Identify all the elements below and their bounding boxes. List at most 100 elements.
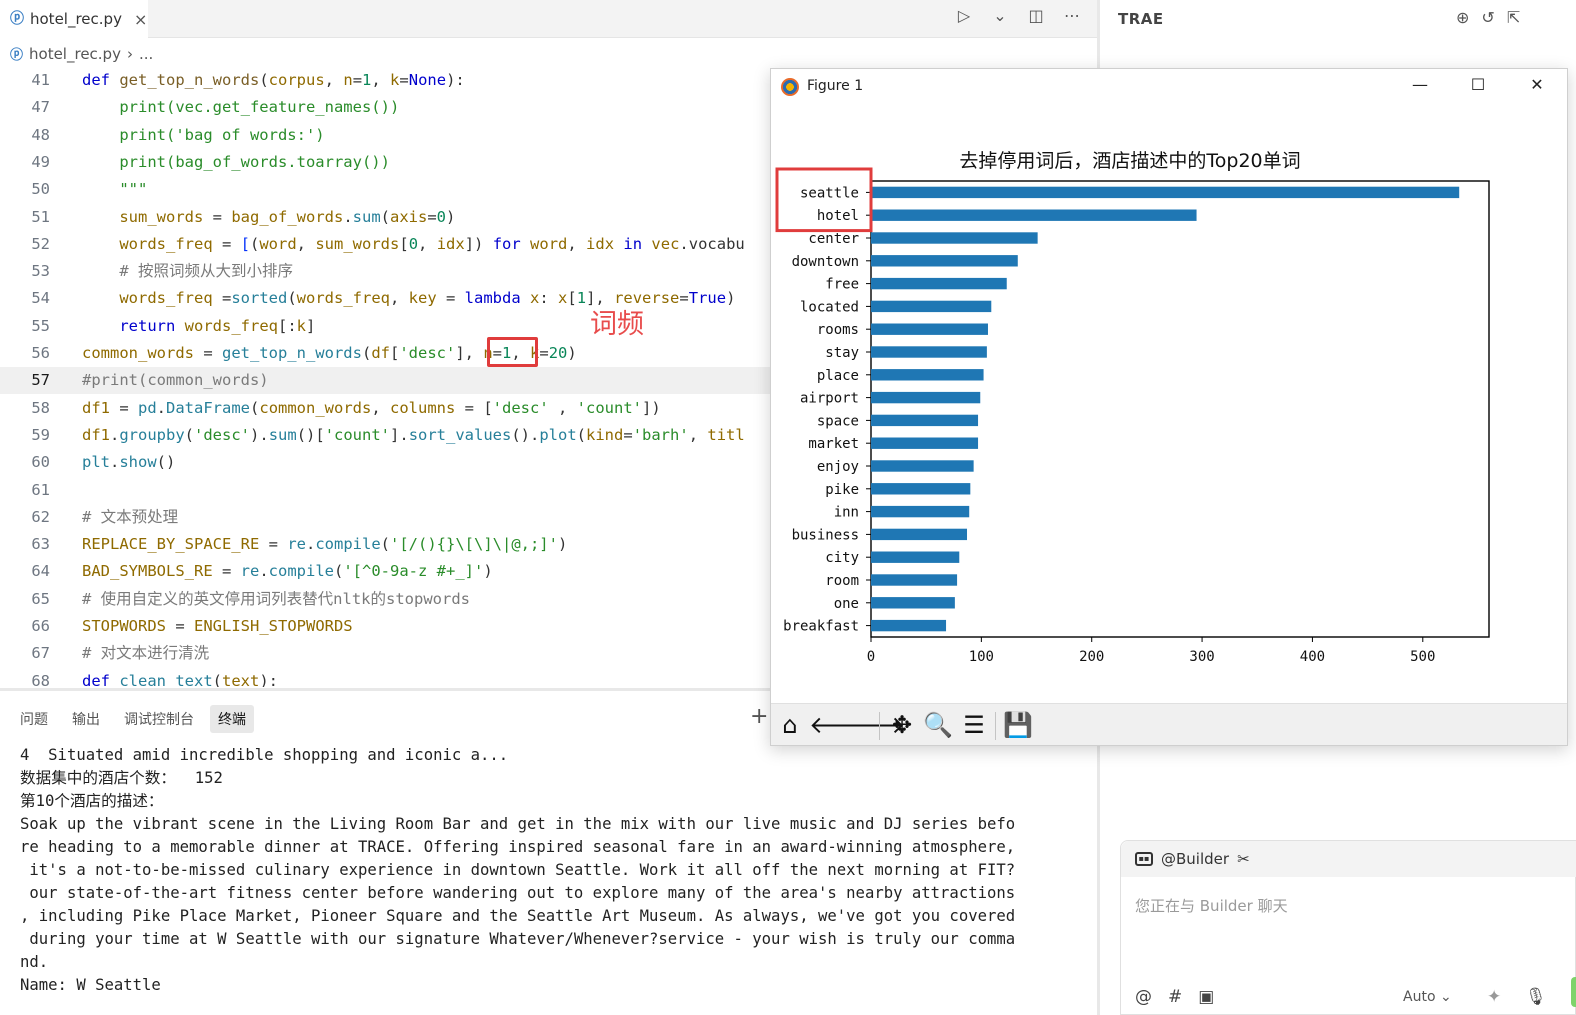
bar-downtown: [871, 255, 1018, 267]
line-number: 57: [31, 371, 50, 390]
breadcrumb-tail[interactable]: ...: [139, 45, 153, 63]
code-text[interactable]: df1.groupby('desc').sum()['count'].sort_…: [82, 422, 745, 449]
panel-tab[interactable]: 输出: [64, 705, 108, 733]
terminal-line: it's a not-to-be-missed culinary experie…: [20, 861, 1016, 879]
ytick-label-enjoy: enjoy: [817, 459, 859, 475]
matplotlib-figure-window: Figure 1 — ☐ ✕ 去掉停用词后，酒店描述中的Top20单词 seatt…: [770, 68, 1568, 746]
code-text[interactable]: print('bag of words:'): [82, 122, 324, 149]
open-external-icon[interactable]: ⇱: [1507, 8, 1520, 27]
panel-tab[interactable]: 调试控制台: [116, 705, 202, 733]
panel-tab[interactable]: 终端: [210, 705, 254, 733]
code-text[interactable]: # 对文本进行清洗: [82, 640, 209, 667]
code-text[interactable]: BAD_SYMBOLS_RE = re.compile('[^0-9a-z #+…: [82, 558, 493, 585]
code-text[interactable]: STOPWORDS = ENGLISH_STOPWORDS: [82, 613, 353, 640]
line-number: 64: [31, 562, 50, 581]
chat-input-box: ▪▪ @Builder ✂ 您正在与 Builder 聊天 @ # ▣ Auto…: [1120, 840, 1576, 1015]
bar-breakfast: [871, 619, 947, 632]
code-text[interactable]: # 文本预处理: [82, 504, 178, 531]
microphone-icon[interactable]: 🎙: [1525, 987, 1547, 1007]
xtick-label: 400: [1300, 649, 1325, 665]
close-icon[interactable]: ×: [134, 10, 147, 29]
image-icon[interactable]: ▣: [1198, 987, 1214, 1007]
bar-rooms: [871, 323, 988, 335]
terminal-line: during your time at W Seattle with our s…: [20, 930, 1016, 948]
line-number: 55: [31, 316, 50, 335]
terminal-line: nd.: [20, 953, 49, 971]
xtick-label: 0: [867, 649, 875, 665]
minimize-button[interactable]: —: [1405, 75, 1435, 94]
ytick-label-stay: stay: [825, 345, 859, 361]
send-button[interactable]: [1571, 977, 1576, 1007]
terminal-line: 第10个酒店的描述：: [20, 792, 164, 810]
code-text[interactable]: """: [82, 176, 147, 203]
more-actions-icon[interactable]: ⋯: [1061, 6, 1083, 25]
tab-hotel-rec-py[interactable]: ⓟ hotel_rec.py ×: [0, 0, 148, 38]
bar-free: [871, 277, 1007, 290]
code-text[interactable]: def get_top_n_words(corpus, n=1, k=None)…: [82, 67, 465, 94]
ytick-label-market: market: [808, 436, 859, 452]
bar-pike: [871, 483, 971, 495]
code-text[interactable]: plt.show(): [82, 449, 175, 476]
breadcrumb-file[interactable]: hotel_rec.py: [29, 45, 121, 63]
chevron-down-icon[interactable]: ⌄: [989, 6, 1011, 25]
figure-titlebar[interactable]: Figure 1 — ☐ ✕: [771, 69, 1567, 105]
maximize-button[interactable]: ☐: [1463, 75, 1493, 94]
terminal-line: , including Pike Place Market, Pioneer S…: [20, 907, 1016, 925]
close-button[interactable]: ✕: [1522, 75, 1552, 94]
panel-tabs: 问题 输出 调试控制台 终端: [0, 700, 780, 738]
trae-actions: ⊕ ↺ ⇱: [1456, 8, 1520, 27]
code-text[interactable]: # 使用自定义的英文停用词列表替代nltk的stopwords: [82, 586, 470, 613]
bar-city: [871, 551, 960, 563]
ytick-label-breakfast: breakfast: [783, 619, 859, 635]
chart-title: 去掉停用词后，酒店描述中的Top20单词: [959, 150, 1300, 172]
code-text[interactable]: print(vec.get_feature_names()): [82, 94, 399, 121]
code-text[interactable]: def clean_text(text):: [82, 668, 278, 687]
bar-located: [871, 300, 992, 313]
new-terminal-icon[interactable]: +: [750, 704, 768, 729]
model-selector[interactable]: Auto ⌄: [1403, 989, 1452, 1005]
code-text[interactable]: # 按照词频从大到小排序: [82, 258, 293, 285]
bar-airport: [871, 391, 981, 404]
code-text[interactable]: df1 = pd.DataFrame(common_words, columns…: [82, 395, 661, 422]
code-text[interactable]: REPLACE_BY_SPACE_RE = re.compile('[/(){}…: [82, 531, 567, 558]
line-number: 60: [31, 453, 50, 472]
ytick-label-room: room: [825, 573, 859, 589]
code-text[interactable]: #print(common_words): [82, 367, 269, 394]
sparkle-icon[interactable]: ✦: [1487, 987, 1501, 1007]
forward-icon[interactable]: 🡒: [841, 710, 905, 740]
line-number: 50: [31, 180, 50, 199]
code-text[interactable]: return words_freq[:k]: [82, 313, 315, 340]
chat-agent-label[interactable]: @Builder: [1161, 850, 1229, 868]
xtick-label: 300: [1189, 649, 1214, 665]
back-icon[interactable]: 🡐: [809, 710, 873, 740]
mention-icon[interactable]: @: [1135, 987, 1152, 1007]
split-editor-icon[interactable]: ◫: [1025, 6, 1047, 25]
history-icon[interactable]: ↺: [1481, 8, 1494, 27]
bar-room: [871, 574, 958, 586]
panel-tab[interactable]: 问题: [12, 705, 56, 733]
ytick-label-business: business: [792, 527, 859, 543]
hash-icon[interactable]: #: [1168, 987, 1182, 1007]
tools-icon[interactable]: ✂: [1237, 850, 1250, 868]
terminal-output[interactable]: 4 Situated amid incredible shopping and …: [20, 744, 1080, 997]
xtick-label: 200: [1079, 649, 1104, 665]
chat-input[interactable]: 您正在与 Builder 聊天: [1135, 895, 1288, 916]
code-text[interactable]: print(bag_of_words.toarray()): [82, 149, 390, 176]
new-chat-icon[interactable]: ⊕: [1456, 8, 1469, 27]
save-icon[interactable]: 💾: [1003, 710, 1033, 740]
pan-icon[interactable]: ✥: [887, 710, 917, 740]
run-icon[interactable]: ▷: [953, 6, 975, 25]
bar-center: [871, 232, 1038, 244]
code-text[interactable]: words_freq = [(word, sum_words[0, idx]) …: [82, 231, 744, 258]
zoom-icon[interactable]: 🔍: [923, 710, 953, 740]
ytick-label-seattle: seattle: [800, 185, 859, 201]
home-icon[interactable]: ⌂: [775, 710, 805, 740]
ytick-label-rooms: rooms: [817, 322, 859, 338]
terminal-line: Name: W Seattle: [20, 976, 161, 994]
xtick-label: 500: [1410, 649, 1435, 665]
ytick-label-downtown: downtown: [792, 254, 859, 270]
code-text[interactable]: sum_words = bag_of_words.sum(axis=0): [82, 204, 455, 231]
configure-subplots-icon[interactable]: ☰: [959, 710, 989, 740]
line-number: 63: [31, 535, 50, 554]
line-number: 48: [31, 125, 50, 144]
